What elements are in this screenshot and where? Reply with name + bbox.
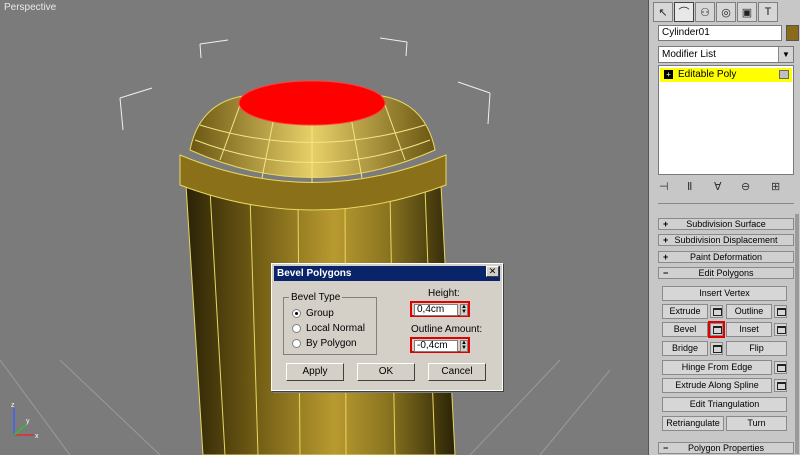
spinner-arrows-icon[interactable]: ▲ ▼: [460, 304, 468, 316]
object-color-swatch[interactable]: [786, 25, 799, 41]
rollout-label: Paint Deformation: [689, 252, 763, 262]
arrow-cursor-icon: ↖: [658, 6, 668, 19]
utilities-tab[interactable]: T: [758, 2, 778, 22]
modify-tab[interactable]: ⌒: [674, 2, 694, 22]
bevel-type-label: Bevel Type: [289, 292, 343, 303]
modifier-list-dropdown[interactable]: Modifier List ▼: [658, 46, 794, 63]
flip-button[interactable]: Flip: [726, 341, 787, 356]
spinner-arrows-icon[interactable]: ▲ ▼: [460, 340, 468, 352]
chevron-down-icon: ▼: [778, 47, 793, 62]
hinge-from-edge-button[interactable]: Hinge From Edge: [662, 360, 772, 375]
display-tab[interactable]: ▣: [737, 2, 757, 22]
remove-modifier-icon[interactable]: ⊖: [741, 180, 750, 193]
extrude-along-spline-settings-button[interactable]: [774, 379, 787, 392]
display-icon: ▣: [741, 6, 753, 19]
command-panel: ↖ ⌒ ⚇ ◎ ▣ T Cylinder01 Modifier List ▼ +…: [648, 0, 800, 455]
motion-tab[interactable]: ◎: [716, 2, 736, 22]
bevel-settings-button[interactable]: [708, 321, 725, 338]
extrude-button[interactable]: Extrude: [662, 304, 708, 319]
divider: [658, 203, 794, 204]
radio-dot: [292, 339, 301, 348]
outline-settings-button[interactable]: [774, 305, 787, 318]
hierarchy-icon: ⚇: [700, 6, 710, 19]
radio-dot: [292, 309, 301, 318]
modifier-stack[interactable]: + Editable Poly: [658, 65, 794, 175]
radio-label: By Polygon: [306, 338, 357, 349]
height-input[interactable]: 0,4cm: [414, 304, 458, 316]
rollout-subdivision-surface[interactable]: + Subdivision Surface: [658, 218, 794, 230]
ok-button[interactable]: OK: [357, 363, 415, 381]
radio-label: Local Normal: [306, 323, 365, 334]
expand-plus-icon[interactable]: +: [664, 70, 673, 79]
hierarchy-tab[interactable]: ⚇: [695, 2, 715, 22]
height-spinner: 0,4cm ▲ ▼: [410, 301, 470, 317]
radio-dot: [292, 324, 301, 333]
svg-text:y: y: [26, 418, 30, 425]
extrude-along-spline-button[interactable]: Extrude Along Spline: [662, 378, 772, 393]
stack-item-editable-poly[interactable]: + Editable Poly: [660, 68, 792, 82]
bridge-button[interactable]: Bridge: [662, 341, 708, 356]
svg-text:z: z: [11, 402, 15, 409]
stack-item-label: Editable Poly: [678, 69, 737, 80]
insert-vertex-button[interactable]: Insert Vertex: [662, 286, 787, 301]
create-tab[interactable]: ↖: [653, 2, 673, 22]
pin-stack-icon[interactable]: ⊣: [659, 180, 669, 193]
inset-button[interactable]: Inset: [726, 322, 772, 337]
cancel-button[interactable]: Cancel: [428, 363, 486, 381]
inset-settings-button[interactable]: [774, 323, 787, 336]
viewport-label[interactable]: Perspective: [4, 2, 56, 13]
motion-icon: ◎: [721, 6, 731, 19]
panel-scrollbar[interactable]: [795, 214, 799, 454]
axis-tripod-icon: z x y: [11, 402, 39, 440]
show-end-result-icon[interactable]: Ⅱ: [687, 180, 692, 193]
radio-label: Group: [306, 308, 334, 319]
stack-toolbar: ⊣ Ⅱ ∀ ⊖ ⊞: [659, 180, 794, 196]
make-unique-icon[interactable]: ∀: [714, 180, 722, 193]
outline-button[interactable]: Outline: [726, 304, 772, 319]
rollout-subdivision-displacement[interactable]: + Subdivision Displacement: [658, 234, 794, 246]
utilities-hammer-icon: T: [764, 6, 772, 18]
retriangulate-button[interactable]: Retriangulate: [662, 416, 724, 431]
rollout-edit-polygons[interactable]: − Edit Polygons: [658, 267, 794, 279]
rollout-label: Subdivision Surface: [686, 219, 766, 229]
modifier-list-label: Modifier List: [662, 49, 716, 60]
rollout-paint-deformation[interactable]: + Paint Deformation: [658, 251, 794, 263]
outline-amount-spinner: -0,4cm ▲ ▼: [410, 337, 470, 353]
svg-text:x: x: [35, 433, 39, 440]
rollout-label: Subdivision Displacement: [674, 235, 778, 245]
height-label: Height:: [428, 288, 460, 299]
configure-sets-icon[interactable]: ⊞: [771, 180, 780, 193]
dialog-title[interactable]: Bevel Polygons: [274, 266, 500, 281]
edit-triangulation-button[interactable]: Edit Triangulation: [662, 397, 787, 412]
close-icon[interactable]: ✕: [486, 266, 499, 277]
rollout-label: Polygon Properties: [687, 443, 765, 453]
selected-polygon: [238, 80, 386, 126]
rollout-label: Edit Polygons: [698, 268, 754, 278]
bevel-button[interactable]: Bevel: [662, 322, 708, 337]
object-name-field[interactable]: Cylinder01: [658, 25, 782, 41]
stack-item-toggle-icon[interactable]: [779, 70, 789, 79]
apply-button[interactable]: Apply: [286, 363, 344, 381]
rollout-polygon-properties[interactable]: − Polygon Properties: [658, 442, 794, 454]
extrude-settings-button[interactable]: [710, 305, 723, 318]
outline-amount-input[interactable]: -0,4cm: [414, 340, 458, 352]
outline-amount-label: Outline Amount:: [411, 324, 483, 335]
bevel-polygons-dialog: Bevel Polygons ✕ Bevel Type Group Local …: [271, 263, 503, 391]
bridge-settings-button[interactable]: [710, 342, 723, 355]
modify-curve-icon: ⌒: [678, 7, 690, 19]
hinge-settings-button[interactable]: [774, 361, 787, 374]
turn-button[interactable]: Turn: [726, 416, 787, 431]
